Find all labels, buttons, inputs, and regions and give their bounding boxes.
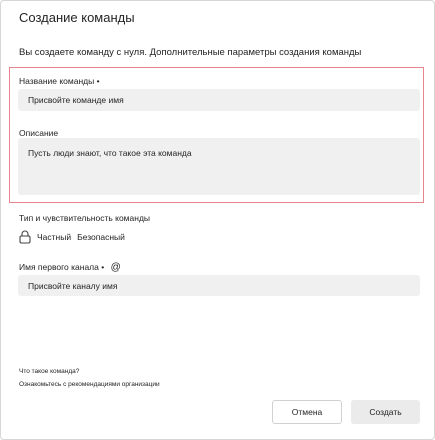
- privacy-value: Частный: [37, 232, 72, 242]
- dialog-title: Создание команды: [19, 10, 135, 25]
- required-mark: •: [101, 262, 105, 272]
- team-name-label: Название команды •: [19, 76, 100, 86]
- team-name-placeholder: Присвойте команде имя: [28, 95, 124, 105]
- lock-icon: [19, 230, 31, 244]
- what-is-team-link[interactable]: Что такое команда?: [19, 368, 79, 375]
- at-mention-icon: @: [110, 262, 121, 273]
- team-type-selector[interactable]: Частный Безопасный: [19, 227, 125, 247]
- description-label: Описание: [19, 128, 59, 138]
- sensitivity-value: Безопасный: [77, 232, 125, 242]
- channel-name-input[interactable]: Присвойте каналу имя: [18, 275, 420, 296]
- dialog-subtitle: Вы создаете команду с нуля. Дополнительн…: [19, 47, 362, 58]
- channel-name-label: Имя первого канала • @: [19, 262, 121, 273]
- description-placeholder: Пусть люди знают, что такое эта команда: [28, 148, 192, 158]
- description-textarea[interactable]: Пусть люди знают, что такое эта команда: [18, 138, 420, 195]
- required-mark: •: [96, 76, 100, 86]
- create-button[interactable]: Создать: [351, 400, 420, 424]
- create-team-dialog: Создание команды Вы создаете команду с н…: [0, 0, 435, 440]
- org-recommendations-link[interactable]: Ознакомьтесь с рекомендациями организаци…: [19, 381, 160, 388]
- team-type-label: Тип и чувствительность команды: [19, 213, 151, 223]
- team-name-label-text: Название команды: [19, 76, 95, 86]
- channel-name-label-text: Имя первого канала: [19, 262, 99, 272]
- cancel-button[interactable]: Отмена: [272, 400, 342, 424]
- channel-name-placeholder: Присвойте каналу имя: [28, 280, 118, 291]
- team-name-input[interactable]: Присвойте команде имя: [18, 89, 420, 111]
